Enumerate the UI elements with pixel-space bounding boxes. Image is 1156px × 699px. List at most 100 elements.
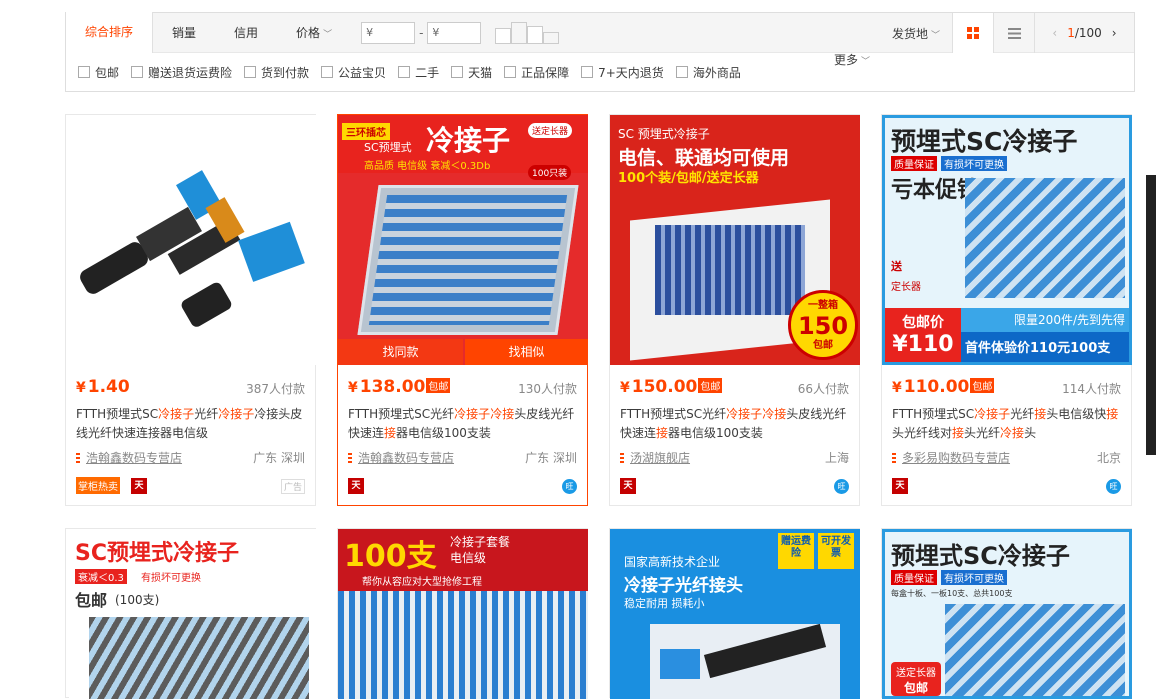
promo-text: 一整箱 [808, 300, 838, 311]
filter-label: 公益宝贝 [338, 65, 387, 80]
product-title[interactable]: FTTH预埋式SC冷接子光纤接头电信级快接头光纤线对接头光纤冷接头 [892, 405, 1121, 443]
shop-link[interactable]: 浩翰鑫数码专营店 [76, 449, 182, 466]
checkbox[interactable] [131, 66, 144, 78]
product-image[interactable]: 预埋式SC冷接子 质量保证 有损坏可更换 亏本促销 送 定长器 包邮价 ¥110… [882, 115, 1132, 365]
product-title[interactable]: FTTH预埋式SC光纤冷接子冷接头皮线光纤快速连接器电信级100支装 [348, 405, 577, 443]
promo-text: 质量保证 [891, 570, 937, 585]
service-icons: 天 旺 [348, 477, 577, 495]
sort-tab-default[interactable]: 综合排序 [66, 12, 154, 53]
promo-text: 送定长器 [528, 123, 573, 138]
chevron-down-icon: ﹀ [930, 30, 940, 41]
promo-text: ¥110 [892, 332, 954, 357]
filter-cod[interactable]: 货到付款 [244, 64, 309, 81]
tmall-icon[interactable]: 天 [892, 478, 908, 494]
promo-text: 每盒十板、一板10支、总共100支 [891, 589, 1013, 598]
product-image[interactable]: SC预埋式冷接子 衰减＜0.3 有损坏可更换 包邮 (100支) [69, 529, 317, 699]
product-image[interactable]: SC 预埋式冷接子 电信、联通均可使用 100个装/包邮/送定长器 一整箱 15… [610, 115, 860, 365]
filter-charity[interactable]: 公益宝贝 [321, 64, 386, 81]
product-card[interactable]: ¥1.40 387人付款 FTTH预埋式SC冷接子光纤冷接子冷接头皮线光纤快速连… [65, 114, 317, 506]
list-icon [1007, 27, 1021, 39]
checkbox[interactable] [581, 66, 594, 78]
checkbox[interactable] [78, 66, 90, 78]
find-similar-button[interactable]: 找相似 [465, 339, 588, 365]
price-min-input[interactable]: ¥ [361, 21, 416, 44]
ship-from-dropdown[interactable]: 发货地 ﹀ [880, 25, 952, 42]
sort-tab-credit[interactable]: 信用 [215, 13, 277, 53]
product-card[interactable]: 预埋式SC冷接子 质量保证 有损坏可更换 亏本促销 送 定长器 包邮价 ¥110… [881, 114, 1132, 506]
ship-from-label: 发货地 [891, 26, 928, 41]
product-card[interactable]: 三环插芯 SC预埋式 冷接子 高品质 电信级 衰减＜0.3Db 送定长器 100… [337, 114, 588, 506]
tmall-icon[interactable]: 天 [620, 478, 636, 494]
checkbox[interactable] [504, 66, 517, 78]
location: 广东 深圳 [253, 451, 305, 465]
checkbox[interactable] [398, 66, 411, 78]
product-image[interactable]: 100支 冷接子套餐 电信级 帮你从容应对大型抢修工程 [338, 529, 588, 699]
filter-tmall[interactable]: 天猫 [451, 64, 492, 81]
product-card[interactable]: 预埋式SC冷接子 质量保证 有损坏可更换 每盒十板、一板10支、总共100支 送… [881, 528, 1132, 699]
wangwang-chat-icon[interactable]: 旺 [562, 479, 577, 494]
product-card[interactable]: SC 预埋式冷接子 电信、联通均可使用 100个装/包邮/送定长器 一整箱 15… [609, 114, 860, 506]
next-page-icon[interactable]: › [1112, 26, 1117, 40]
product-card[interactable]: 100支 冷接子套餐 电信级 帮你从容应对大型抢修工程 [337, 528, 588, 699]
product-image[interactable]: 预埋式SC冷接子 质量保证 有损坏可更换 每盒十板、一板10支、总共100支 送… [882, 529, 1132, 699]
wangwang-chat-icon[interactable]: 旺 [1106, 479, 1121, 494]
filter-label: 海外商品 [692, 65, 741, 80]
location: 广东 深圳 [525, 451, 577, 465]
filter-label: 赠送退货运费险 [148, 65, 233, 80]
grid-view-button[interactable] [952, 13, 993, 53]
filter-label: 天猫 [468, 65, 493, 80]
promo-text: 国家高新技术企业 [624, 555, 721, 569]
tmall-icon[interactable]: 天 [131, 478, 147, 494]
filter-overseas[interactable]: 海外商品 [675, 64, 741, 81]
product-card[interactable]: 国家高新技术企业 冷接子光纤接头 稳定耐用 损耗小 赠运费险 可开发票 [609, 528, 860, 699]
prev-page-icon[interactable]: ‹ [1052, 26, 1057, 40]
product-image[interactable]: 国家高新技术企业 冷接子光纤接头 稳定耐用 损耗小 赠运费险 可开发票 [610, 529, 860, 699]
product-title[interactable]: FTTH预埋式SC冷接子光纤冷接子冷接头皮线光纤快速连接器电信级 [76, 405, 305, 443]
product-card[interactable]: SC预埋式冷接子 衰减＜0.3 有损坏可更换 包邮 (100支) [65, 528, 317, 699]
promo-text: 有损坏可更换 [141, 573, 201, 584]
promo-text: SC预埋式 [364, 141, 412, 154]
filter-return-insurance[interactable]: 赠送退货运费险 [131, 64, 232, 81]
filter-panel: 综合排序 销量 信用 价格 ﹀ ¥ - ¥ 发货地 ﹀ ‹ 1/100 › 包邮… [65, 12, 1135, 92]
deal-count: 387人付款 [246, 382, 305, 396]
promo-text: 100只装 [528, 165, 572, 180]
mini-pager: ‹ 1/100 › [1034, 13, 1134, 53]
filter-second-hand[interactable]: 二手 [398, 64, 439, 81]
shop-link[interactable]: 浩翰鑫数码专营店 [348, 449, 454, 466]
shop-link[interactable]: 多彩易购数码专营店 [892, 449, 1010, 466]
shop-link[interactable]: 汤湖旗舰店 [620, 449, 690, 466]
sort-tab-sales[interactable]: 销量 [153, 13, 215, 53]
promo-text: (100支) [115, 593, 160, 607]
promo-text: 赠运费险 [778, 533, 814, 569]
promo-text: 定长器 [891, 282, 921, 293]
price-max-input[interactable]: ¥ [427, 21, 482, 44]
service-icons: 掌柜热卖 天 广告 [76, 477, 305, 495]
product-title[interactable]: FTTH预埋式SC光纤冷接子冷接头皮线光纤快速连接器电信级100支装 [620, 405, 849, 443]
checkbox[interactable] [451, 66, 464, 78]
filter-7day-return[interactable]: 7+天内退货 [581, 64, 664, 81]
filter-genuine[interactable]: 正品保障 [504, 64, 569, 81]
location: 上海 [824, 451, 849, 465]
product-image[interactable]: 三环插芯 SC预埋式 冷接子 高品质 电信级 衰减＜0.3Db 送定长器 100… [338, 115, 588, 365]
hot-badge: 掌柜热卖 [76, 477, 120, 494]
promo-text: SC 预埋式冷接子 [618, 127, 710, 141]
free-shipping-badge: 包邮 [426, 378, 451, 393]
promo-text: 冷接子光纤接头 [624, 576, 743, 596]
right-edge-image[interactable] [1146, 175, 1156, 455]
product-image[interactable] [69, 115, 317, 365]
grid-icon [967, 27, 979, 39]
service-icons: 天 旺 [620, 477, 849, 495]
shop-icon [620, 452, 624, 463]
checkbox[interactable] [321, 66, 334, 78]
ad-label: 广告 [280, 479, 305, 494]
more-filters-button[interactable]: 更多 ﹀ [834, 51, 870, 68]
find-same-button[interactable]: 找同款 [338, 339, 463, 365]
price-distribution[interactable] [495, 21, 560, 44]
filter-free-shipping[interactable]: 包邮 [78, 64, 119, 81]
sort-tab-price[interactable]: 价格 ﹀ [277, 13, 351, 53]
wangwang-chat-icon[interactable]: 旺 [834, 479, 849, 494]
tmall-icon[interactable]: 天 [348, 478, 364, 494]
checkbox[interactable] [244, 66, 257, 78]
list-view-button[interactable] [993, 13, 1034, 53]
checkbox[interactable] [675, 66, 688, 78]
